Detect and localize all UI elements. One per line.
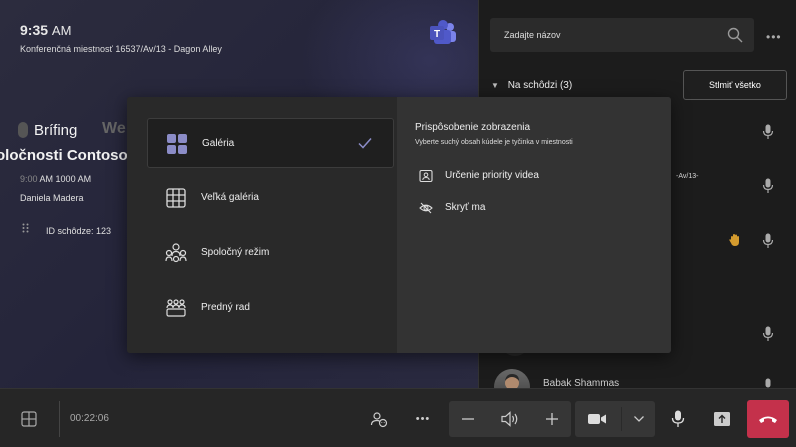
speaker-button[interactable]: [491, 401, 529, 437]
volume-up-button[interactable]: [533, 401, 571, 437]
more-actions-icon[interactable]: •••: [410, 401, 436, 437]
search-input[interactable]: Zadajte názov: [504, 30, 561, 40]
search-box[interactable]: Zadajte názov: [490, 18, 754, 52]
camera-control: [575, 401, 655, 437]
chevron-down-icon: [634, 416, 644, 422]
mic-icon[interactable]: [762, 233, 774, 249]
meeting-time-start: 9:00: [20, 174, 38, 184]
camera-options-button[interactable]: [623, 401, 655, 437]
minus-icon: [462, 418, 474, 420]
divider: [59, 401, 60, 437]
search-icon[interactable]: [726, 26, 744, 44]
hide-me-option[interactable]: Skryť ma: [419, 199, 659, 219]
teams-logo-icon: T: [430, 20, 456, 44]
video-priority-icon: [419, 169, 433, 183]
layout-option-large-gallery[interactable]: Veľká galéria: [147, 173, 394, 223]
room-name: Konferenčná miestnosť 16537/Av/13 - Dago…: [20, 44, 222, 54]
ghost-avatar: [18, 122, 28, 138]
layout-option-gallery[interactable]: Galéria: [147, 118, 394, 168]
customize-view-panel: Prispôsobenie zobrazenia Vyberte suchý o…: [397, 97, 671, 353]
dialpad-icon: [22, 223, 29, 233]
layout-option-label: Predný rad: [201, 302, 250, 313]
participants-button[interactable]: [366, 401, 392, 437]
gallery-icon: [167, 134, 187, 154]
layout-option-label: Galéria: [202, 138, 235, 149]
teams-room-screen: 9:35 AM Konferenčná miestnosť 16537/Av/1…: [0, 0, 796, 447]
speaker-icon: [501, 411, 518, 427]
customize-view-title: Prispôsobenie zobrazenia: [415, 122, 531, 133]
meeting-timer: 00:22:06: [70, 413, 109, 424]
meeting-title: Brífing: [34, 122, 78, 139]
share-button[interactable]: [708, 401, 736, 437]
roster-snippet: -Av/13-: [676, 173, 699, 180]
camera-button[interactable]: [575, 401, 619, 437]
in-meeting-section[interactable]: ▼ Na schôdzi (3): [491, 80, 572, 91]
share-screen-icon: [714, 412, 730, 426]
more-options-icon[interactable]: •••: [766, 30, 782, 44]
layout-options: Galéria Veľká galéria Spoločný režim Pre…: [127, 97, 397, 353]
layout-option-label: Spoločný režim: [201, 247, 270, 258]
participants-icon: [370, 412, 388, 428]
svg-text:T: T: [434, 29, 440, 40]
meeting-time: 9:00 AM 1000 AM: [20, 174, 91, 184]
mute-all-button[interactable]: Stlmiť všetko: [683, 70, 787, 100]
layout-dialog: Galéria Veľká galéria Spoločný režim Pre…: [127, 97, 671, 353]
clock-time: 9:35: [20, 22, 49, 38]
clock-ampm: AM: [51, 23, 72, 38]
divider: [621, 407, 622, 431]
raise-hand-icon: [729, 234, 739, 246]
in-meeting-label: Na schôdzi (3): [507, 80, 573, 91]
hang-up-icon: [759, 416, 777, 423]
camera-icon: [588, 414, 606, 424]
plus-icon: [546, 413, 558, 425]
meeting-organizer: Daniela Madera: [20, 193, 84, 203]
meeting-controls-bar: 00:22:06 •••: [0, 388, 796, 447]
mic-icon[interactable]: [762, 326, 774, 342]
layout-option-front-row[interactable]: Predný rad: [147, 283, 394, 333]
volume-control: [449, 401, 571, 437]
hide-me-label: Skryť ma: [445, 202, 486, 213]
checkmark-icon: [358, 138, 372, 149]
mic-icon: [671, 410, 685, 427]
meeting-time-range: AM 1000 AM: [39, 174, 92, 184]
prioritize-video-option[interactable]: Určenie priority videa: [419, 167, 659, 187]
eye-off-icon: [419, 202, 433, 214]
layout-option-together-mode[interactable]: Spoločný režim: [147, 228, 394, 278]
layout-option-label: Veľká galéria: [201, 192, 259, 203]
chevron-down-icon[interactable]: ▼: [491, 81, 499, 90]
together-mode-icon: [165, 243, 187, 263]
volume-down-button[interactable]: [449, 401, 487, 437]
meeting-id: ID schôdze: 123: [46, 226, 112, 236]
room-clock: 9:35 AM: [20, 22, 71, 38]
hang-up-button[interactable]: [747, 400, 789, 438]
customize-view-subtitle: Vyberte suchý obsah kúdele je tyčinka v …: [415, 139, 573, 146]
meeting-title-line2: oločnosti Contoso: [0, 147, 128, 164]
home-grid-icon[interactable]: [21, 411, 37, 427]
meeting-title-ghost: We: [102, 120, 126, 137]
front-row-icon: [166, 299, 186, 317]
mic-icon[interactable]: [762, 178, 774, 194]
mic-icon[interactable]: [762, 124, 774, 140]
prioritize-video-label: Určenie priority videa: [445, 170, 539, 181]
microphone-button[interactable]: [665, 401, 691, 437]
large-gallery-icon: [166, 188, 186, 208]
